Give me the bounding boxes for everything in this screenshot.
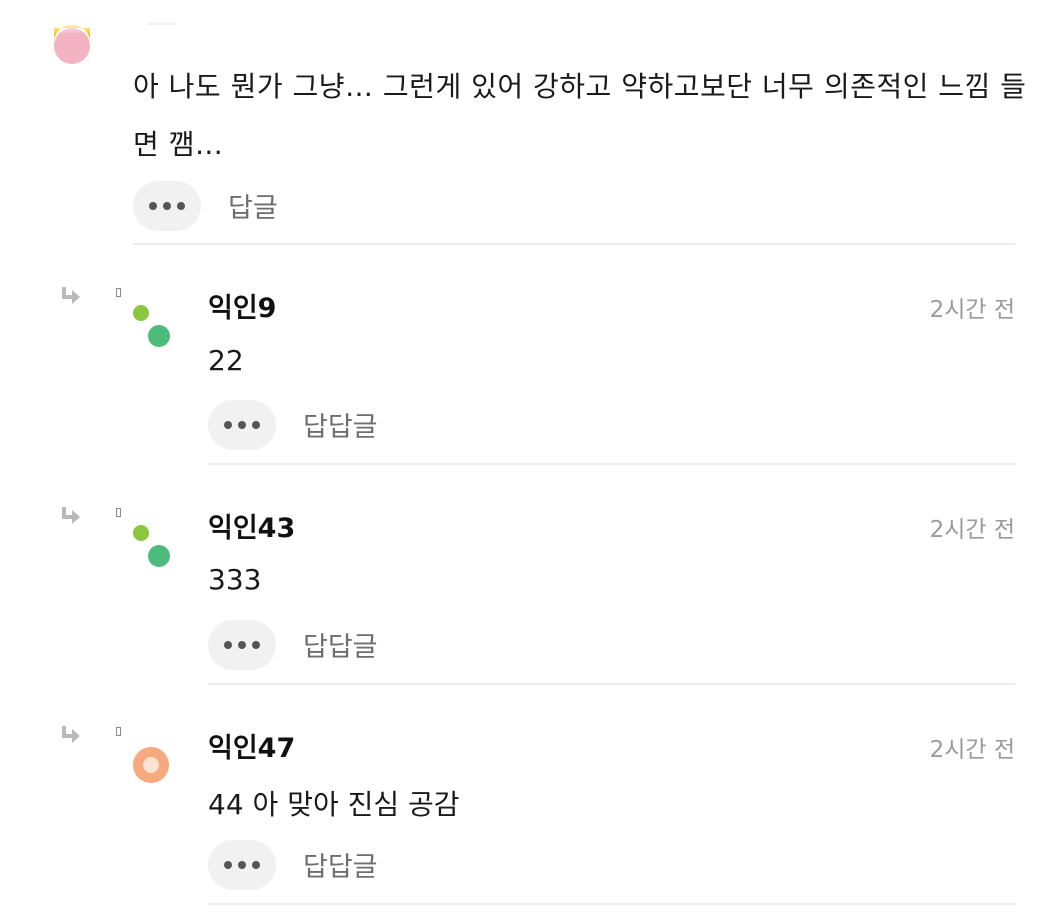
reply-avatar	[131, 745, 171, 789]
more-options-button[interactable]	[208, 840, 276, 890]
divider	[208, 463, 1015, 465]
reply-button[interactable]: 답답글	[303, 625, 378, 664]
more-dots-icon	[224, 861, 232, 869]
more-options-button[interactable]	[208, 620, 276, 670]
reply-text: 44 아 맞아 진심 공감	[208, 788, 460, 821]
reply-nickname[interactable]: 익인43	[208, 506, 295, 545]
reply-arrow-icon	[60, 726, 82, 748]
reply-avatar	[130, 302, 175, 356]
reply-timestamp: 2시간 전	[929, 517, 1015, 543]
divider	[208, 903, 1015, 905]
reply-text: 333	[208, 563, 262, 596]
reply-arrow-icon	[60, 287, 82, 309]
more-options-button[interactable]	[208, 400, 276, 450]
reply-button[interactable]: 답답글	[303, 845, 378, 884]
divider	[208, 683, 1015, 685]
reply-nickname[interactable]: 익인47	[208, 726, 295, 765]
reply-button[interactable]: 답답글	[303, 405, 378, 444]
reply-avatar	[130, 522, 175, 576]
reply-arrow-icon	[60, 507, 82, 529]
more-dots-icon	[224, 421, 232, 429]
reply-text: 22	[208, 344, 244, 377]
broken-image-icon	[116, 727, 121, 736]
broken-image-icon	[116, 288, 121, 297]
reply-button[interactable]: 답글	[228, 186, 278, 225]
more-dots-icon	[224, 641, 232, 649]
reply-timestamp: 2시간 전	[929, 737, 1015, 763]
reply-timestamp: 2시간 전	[929, 297, 1015, 323]
top-comment-text: 아 나도 뭔가 그냥… 그런게 있어 강하고 약하고보단 너무 의존적인 느낌 …	[133, 70, 1027, 161]
broken-image-icon	[116, 508, 121, 517]
divider	[133, 243, 1015, 245]
more-dots-icon	[149, 202, 157, 210]
more-options-button[interactable]	[133, 181, 201, 231]
reply-nickname[interactable]: 익인9	[208, 286, 276, 325]
top-fade	[0, 0, 1059, 34]
